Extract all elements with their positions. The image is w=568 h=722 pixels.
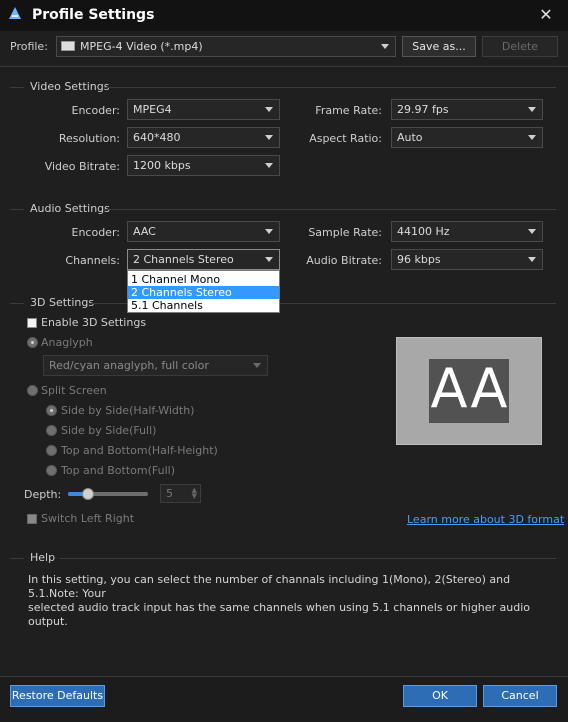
sample-rate-value: 44100 Hz	[397, 225, 450, 238]
split-option-label: Top and Bottom(Full)	[61, 464, 175, 477]
chevron-down-icon	[253, 363, 261, 368]
switch-left-right-checkbox[interactable]	[27, 514, 37, 524]
chevron-down-icon	[265, 107, 273, 112]
frame-rate-select[interactable]: 29.97 fps	[391, 99, 543, 120]
channels-dropdown-list: 1 Channel Mono 2 Channels Stereo 5.1 Cha…	[127, 270, 280, 313]
3d-settings-title: 3D Settings	[30, 296, 95, 309]
chevron-down-icon	[265, 163, 273, 168]
switch-left-right-label: Switch Left Right	[41, 512, 135, 525]
channels-value: 2 Channels Stereo	[133, 253, 234, 266]
audio-bitrate-label: Audio Bitrate:	[306, 254, 382, 267]
split-option-radio[interactable]	[46, 405, 57, 416]
chevron-down-icon	[265, 229, 273, 234]
split-screen-radio[interactable]	[27, 385, 38, 396]
channels-option[interactable]: 5.1 Channels	[128, 299, 279, 312]
depth-spinbox[interactable]: 5 ▲ ▼	[160, 484, 201, 503]
section-rule	[60, 558, 556, 559]
split-option-label: Side by Side(Full)	[61, 424, 157, 437]
profile-label: Profile:	[10, 40, 48, 53]
divider	[0, 66, 568, 67]
close-button[interactable]: ✕	[534, 4, 558, 26]
split-option-radio[interactable]	[46, 465, 57, 476]
resolution-label: Resolution:	[58, 132, 120, 145]
chevron-down-icon	[528, 229, 536, 234]
section-rule	[10, 209, 24, 210]
save-as-button[interactable]: Save as...	[402, 36, 476, 57]
split-option-label: Side by Side(Half-Width)	[61, 404, 195, 417]
section-rule	[104, 209, 556, 210]
preview-right-panel: A	[469, 359, 509, 423]
video-encoder-value: MPEG4	[133, 103, 172, 116]
video-bitrate-select[interactable]: 1200 kbps	[127, 155, 280, 176]
chevron-down-icon	[528, 135, 536, 140]
restore-defaults-button[interactable]: Restore Defaults	[10, 685, 105, 707]
resolution-value: 640*480	[133, 131, 181, 144]
preview-letter: A	[470, 357, 508, 420]
video-encoder-label: Encoder:	[71, 104, 121, 117]
audio-encoder-value: AAC	[133, 225, 156, 238]
split-option-radio[interactable]	[46, 445, 57, 456]
enable-3d-label: Enable 3D Settings	[41, 316, 147, 329]
help-line: selected audio track input has the same …	[28, 601, 531, 628]
audio-bitrate-value: 96 kbps	[397, 253, 441, 266]
anaglyph-mode-value: Red/cyan anaglyph, full color	[49, 359, 209, 372]
chevron-down-icon	[265, 135, 273, 140]
enable-3d-checkbox[interactable]	[27, 318, 37, 328]
section-rule	[10, 303, 24, 304]
split-screen-label: Split Screen	[41, 384, 107, 397]
app-logo-icon	[6, 5, 24, 23]
video-bitrate-label: Video Bitrate:	[44, 160, 120, 173]
section-rule	[10, 87, 24, 88]
ok-button[interactable]: OK	[403, 685, 477, 707]
frame-rate-value: 29.97 fps	[397, 103, 449, 116]
aspect-ratio-select[interactable]: Auto	[391, 127, 543, 148]
depth-slider-thumb[interactable]	[82, 488, 94, 500]
depth-value: 5	[166, 487, 173, 500]
channels-label: Channels:	[65, 254, 120, 267]
cancel-button[interactable]: Cancel	[483, 685, 557, 707]
video-settings-title: Video Settings	[30, 80, 110, 93]
resolution-select[interactable]: 640*480	[127, 127, 280, 148]
delete-button[interactable]: Delete	[482, 36, 558, 57]
profile-value: MPEG-4 Video (*.mp4)	[80, 40, 203, 53]
audio-encoder-label: Encoder:	[71, 226, 121, 239]
split-option-radio[interactable]	[46, 425, 57, 436]
channels-select[interactable]: 2 Channels Stereo	[127, 249, 280, 270]
audio-encoder-select[interactable]: AAC	[127, 221, 280, 242]
frame-rate-label: Frame Rate:	[315, 104, 382, 117]
video-file-icon	[61, 41, 75, 51]
preview-letter: A	[430, 357, 468, 420]
chevron-down-icon	[265, 257, 273, 262]
section-rule	[104, 87, 556, 88]
sample-rate-label: Sample Rate:	[308, 226, 382, 239]
channels-option-selected[interactable]: 2 Channels Stereo	[128, 286, 279, 299]
profile-select[interactable]: MPEG-4 Video (*.mp4)	[56, 36, 396, 57]
sample-rate-select[interactable]: 44100 Hz	[391, 221, 543, 242]
help-text: In this setting, you can select the numb…	[28, 573, 560, 629]
split-option-label: Top and Bottom(Half-Height)	[61, 444, 218, 457]
help-line: In this setting, you can select the numb…	[28, 573, 511, 600]
audio-bitrate-select[interactable]: 96 kbps	[391, 249, 543, 270]
chevron-down-icon	[528, 257, 536, 262]
aspect-ratio-label: Aspect Ratio:	[309, 132, 382, 145]
spin-arrows-icon: ▲ ▼	[191, 486, 197, 500]
anaglyph-label: Anaglyph	[41, 336, 93, 349]
audio-settings-title: Audio Settings	[30, 202, 110, 215]
chevron-down-icon	[528, 107, 536, 112]
3d-preview: A A	[396, 337, 542, 445]
section-rule	[10, 558, 24, 559]
preview-left-panel: A	[429, 359, 469, 423]
help-title: Help	[30, 551, 56, 564]
window-title: Profile Settings	[32, 7, 155, 23]
aspect-ratio-value: Auto	[397, 131, 423, 144]
video-bitrate-value: 1200 kbps	[133, 159, 191, 172]
channels-option[interactable]: 1 Channel Mono	[128, 273, 279, 286]
anaglyph-mode-select[interactable]: Red/cyan anaglyph, full color	[43, 355, 268, 376]
video-encoder-select[interactable]: MPEG4	[127, 99, 280, 120]
anaglyph-radio[interactable]	[27, 337, 38, 348]
chevron-down-icon	[381, 44, 389, 49]
depth-label: Depth:	[24, 488, 62, 501]
learn-more-3d-link[interactable]: Learn more about 3D format	[407, 513, 564, 526]
